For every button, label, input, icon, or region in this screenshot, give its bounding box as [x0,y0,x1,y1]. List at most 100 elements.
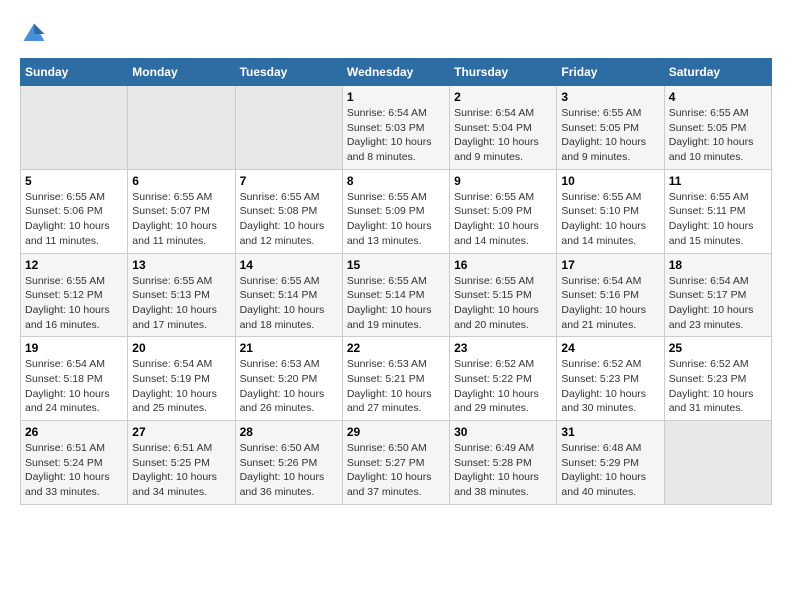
weekday-header-monday: Monday [128,59,235,86]
day-number: 20 [132,341,230,355]
day-number: 1 [347,90,445,104]
day-number: 29 [347,425,445,439]
day-info: Sunrise: 6:50 AM Sunset: 5:27 PM Dayligh… [347,441,445,500]
calendar-cell [235,86,342,170]
calendar-week-1: 1 Sunrise: 6:54 AM Sunset: 5:03 PM Daylig… [21,86,772,170]
day-info: Sunrise: 6:55 AM Sunset: 5:09 PM Dayligh… [347,190,445,249]
day-number: 13 [132,258,230,272]
day-info: Sunrise: 6:54 AM Sunset: 5:18 PM Dayligh… [25,357,123,416]
calendar-cell: 24 Sunrise: 6:52 AM Sunset: 5:23 PM Dayli… [557,337,664,421]
day-number: 19 [25,341,123,355]
calendar-cell: 21 Sunrise: 6:53 AM Sunset: 5:20 PM Dayli… [235,337,342,421]
day-info: Sunrise: 6:55 AM Sunset: 5:08 PM Dayligh… [240,190,338,249]
calendar-cell: 10 Sunrise: 6:55 AM Sunset: 5:10 PM Dayli… [557,169,664,253]
day-info: Sunrise: 6:55 AM Sunset: 5:10 PM Dayligh… [561,190,659,249]
day-number: 25 [669,341,767,355]
day-number: 5 [25,174,123,188]
day-info: Sunrise: 6:55 AM Sunset: 5:15 PM Dayligh… [454,274,552,333]
day-number: 22 [347,341,445,355]
calendar-cell: 15Sunrise: 6:55 AM Sunset: 5:14 PM Dayli… [342,253,449,337]
calendar-cell: 26Sunrise: 6:51 AM Sunset: 5:24 PM Dayli… [21,421,128,505]
calendar-cell: 6 Sunrise: 6:55 AM Sunset: 5:07 PM Daylig… [128,169,235,253]
day-number: 16 [454,258,552,272]
day-info: Sunrise: 6:54 AM Sunset: 5:16 PM Dayligh… [561,274,659,333]
calendar-cell: 18Sunrise: 6:54 AM Sunset: 5:17 PM Dayli… [664,253,771,337]
day-number: 26 [25,425,123,439]
calendar-cell: 7 Sunrise: 6:55 AM Sunset: 5:08 PM Daylig… [235,169,342,253]
day-number: 24 [561,341,659,355]
calendar-cell: 3Sunrise: 6:55 AM Sunset: 5:05 PM Daylig… [557,86,664,170]
day-info: Sunrise: 6:49 AM Sunset: 5:28 PM Dayligh… [454,441,552,500]
calendar-cell: 20Sunrise: 6:54 AM Sunset: 5:19 PM Dayli… [128,337,235,421]
calendar-cell: 17 Sunrise: 6:54 AM Sunset: 5:16 PM Dayli… [557,253,664,337]
weekday-header-thursday: Thursday [450,59,557,86]
calendar-cell: 4Sunrise: 6:55 AM Sunset: 5:05 PM Daylig… [664,86,771,170]
day-info: Sunrise: 6:55 AM Sunset: 5:05 PM Dayligh… [669,106,767,165]
calendar-cell: 16 Sunrise: 6:55 AM Sunset: 5:15 PM Dayli… [450,253,557,337]
day-info: Sunrise: 6:55 AM Sunset: 5:12 PM Dayligh… [25,274,123,333]
calendar-table: SundayMondayTuesdayWednesdayThursdayFrid… [20,58,772,505]
logo-icon [20,20,48,48]
calendar-cell: 30 Sunrise: 6:49 AM Sunset: 5:28 PM Dayli… [450,421,557,505]
day-info: Sunrise: 6:52 AM Sunset: 5:23 PM Dayligh… [669,357,767,416]
day-number: 28 [240,425,338,439]
weekday-header-saturday: Saturday [664,59,771,86]
day-info: Sunrise: 6:55 AM Sunset: 5:14 PM Dayligh… [347,274,445,333]
day-number: 31 [561,425,659,439]
calendar-cell: 12 Sunrise: 6:55 AM Sunset: 5:12 PM Dayli… [21,253,128,337]
calendar-body: 1 Sunrise: 6:54 AM Sunset: 5:03 PM Daylig… [21,86,772,505]
weekday-header-sunday: Sunday [21,59,128,86]
day-number: 2 [454,90,552,104]
day-info: Sunrise: 6:55 AM Sunset: 5:06 PM Dayligh… [25,190,123,249]
calendar-cell: 22 Sunrise: 6:53 AM Sunset: 5:21 PM Dayli… [342,337,449,421]
day-info: Sunrise: 6:55 AM Sunset: 5:07 PM Dayligh… [132,190,230,249]
calendar-cell: 13 Sunrise: 6:55 AM Sunset: 5:13 PM Dayli… [128,253,235,337]
calendar-cell [21,86,128,170]
day-info: Sunrise: 6:53 AM Sunset: 5:20 PM Dayligh… [240,357,338,416]
day-info: Sunrise: 6:54 AM Sunset: 5:04 PM Dayligh… [454,106,552,165]
day-info: Sunrise: 6:55 AM Sunset: 5:13 PM Dayligh… [132,274,230,333]
day-number: 21 [240,341,338,355]
day-number: 6 [132,174,230,188]
day-number: 8 [347,174,445,188]
day-number: 7 [240,174,338,188]
calendar-week-2: 5 Sunrise: 6:55 AM Sunset: 5:06 PM Daylig… [21,169,772,253]
day-info: Sunrise: 6:50 AM Sunset: 5:26 PM Dayligh… [240,441,338,500]
calendar-cell: 29 Sunrise: 6:50 AM Sunset: 5:27 PM Dayli… [342,421,449,505]
calendar-week-4: 19 Sunrise: 6:54 AM Sunset: 5:18 PM Dayli… [21,337,772,421]
calendar-cell: 11 Sunrise: 6:55 AM Sunset: 5:11 PM Dayli… [664,169,771,253]
calendar-cell [664,421,771,505]
calendar-cell: 5 Sunrise: 6:55 AM Sunset: 5:06 PM Daylig… [21,169,128,253]
calendar-cell: 23 Sunrise: 6:52 AM Sunset: 5:22 PM Dayli… [450,337,557,421]
calendar-cell: 9Sunrise: 6:55 AM Sunset: 5:09 PM Daylig… [450,169,557,253]
day-number: 30 [454,425,552,439]
day-number: 11 [669,174,767,188]
day-number: 27 [132,425,230,439]
weekday-header-tuesday: Tuesday [235,59,342,86]
day-info: Sunrise: 6:52 AM Sunset: 5:22 PM Dayligh… [454,357,552,416]
day-info: Sunrise: 6:52 AM Sunset: 5:23 PM Dayligh… [561,357,659,416]
calendar-cell: 19 Sunrise: 6:54 AM Sunset: 5:18 PM Dayli… [21,337,128,421]
day-info: Sunrise: 6:48 AM Sunset: 5:29 PM Dayligh… [561,441,659,500]
calendar-cell: 27Sunrise: 6:51 AM Sunset: 5:25 PM Dayli… [128,421,235,505]
calendar-cell: 14Sunrise: 6:55 AM Sunset: 5:14 PM Dayli… [235,253,342,337]
day-info: Sunrise: 6:55 AM Sunset: 5:11 PM Dayligh… [669,190,767,249]
calendar-header: SundayMondayTuesdayWednesdayThursdayFrid… [21,59,772,86]
weekday-header-friday: Friday [557,59,664,86]
day-info: Sunrise: 6:54 AM Sunset: 5:03 PM Dayligh… [347,106,445,165]
day-info: Sunrise: 6:53 AM Sunset: 5:21 PM Dayligh… [347,357,445,416]
weekday-header-wednesday: Wednesday [342,59,449,86]
calendar-cell: 8 Sunrise: 6:55 AM Sunset: 5:09 PM Daylig… [342,169,449,253]
page-header [20,20,772,48]
calendar-week-3: 12 Sunrise: 6:55 AM Sunset: 5:12 PM Dayli… [21,253,772,337]
day-number: 17 [561,258,659,272]
day-info: Sunrise: 6:55 AM Sunset: 5:09 PM Dayligh… [454,190,552,249]
weekday-header-row: SundayMondayTuesdayWednesdayThursdayFrid… [21,59,772,86]
logo [20,20,52,48]
day-number: 10 [561,174,659,188]
day-number: 23 [454,341,552,355]
day-number: 12 [25,258,123,272]
calendar-cell: 31 Sunrise: 6:48 AM Sunset: 5:29 PM Dayli… [557,421,664,505]
calendar-week-5: 26Sunrise: 6:51 AM Sunset: 5:24 PM Dayli… [21,421,772,505]
day-info: Sunrise: 6:55 AM Sunset: 5:14 PM Dayligh… [240,274,338,333]
